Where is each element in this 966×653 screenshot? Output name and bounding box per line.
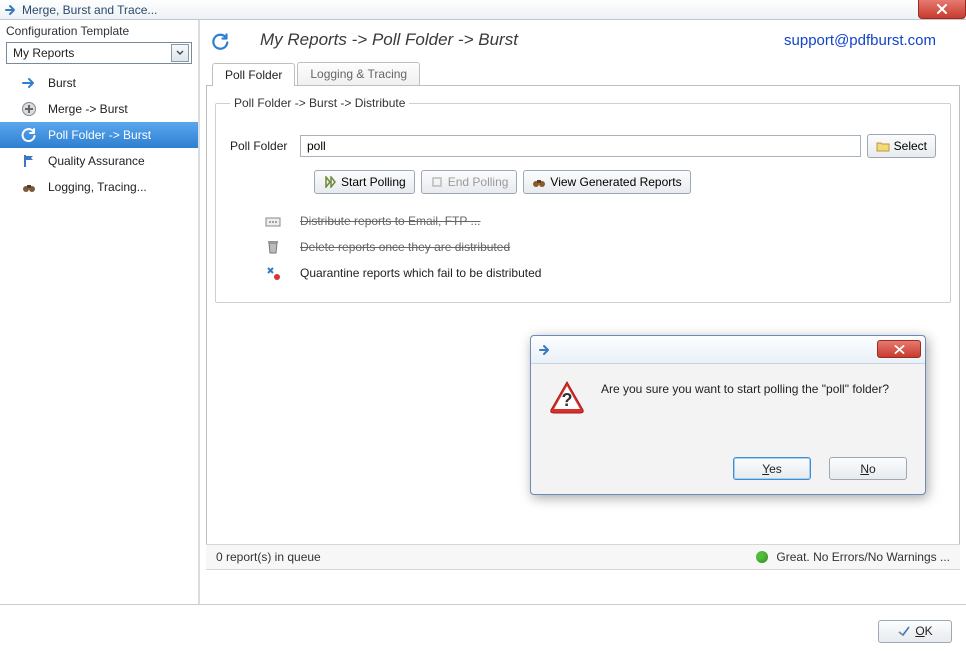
option-quarantine-label: Quarantine reports which fail to be dist… bbox=[300, 266, 541, 280]
end-polling-label: End Polling bbox=[448, 175, 509, 189]
sidebar: Configuration Template My Reports Burst … bbox=[0, 20, 200, 604]
quarantine-icon bbox=[264, 264, 282, 282]
confirm-dialog: ? Are you sure you want to start polling… bbox=[530, 335, 926, 495]
poll-folder-input[interactable] bbox=[300, 135, 861, 157]
status-strip: 0 report(s) in queue Great. No Errors/No… bbox=[206, 544, 960, 570]
sidebar-item-label: Merge -> Burst bbox=[48, 102, 128, 116]
merge-plus-icon bbox=[20, 100, 38, 118]
option-delete-label: Delete reports once they are distributed bbox=[300, 240, 510, 254]
distribute-icon bbox=[264, 212, 282, 230]
poll-folder-label: Poll Folder bbox=[230, 139, 294, 153]
window-close-button[interactable] bbox=[918, 0, 966, 19]
chevron-down-icon[interactable] bbox=[171, 44, 189, 62]
main-content: My Reports -> Poll Folder -> Burst suppo… bbox=[200, 20, 966, 604]
window-title: Merge, Burst and Trace... bbox=[22, 3, 157, 17]
end-polling-button[interactable]: End Polling bbox=[421, 170, 518, 194]
view-generated-label: View Generated Reports bbox=[550, 175, 681, 189]
window-titlebar: Merge, Burst and Trace... bbox=[0, 0, 966, 20]
option-distribute: Distribute reports to Email, FTP ... bbox=[230, 208, 936, 234]
sidebar-item-burst[interactable]: Burst bbox=[0, 70, 198, 96]
support-link[interactable]: support@pdfburst.com bbox=[784, 32, 936, 49]
dialog-no-button[interactable]: No bbox=[829, 457, 907, 480]
template-combo-value: My Reports bbox=[13, 46, 74, 60]
status-dot-icon bbox=[756, 551, 768, 563]
dialog-no-u: N bbox=[860, 462, 869, 476]
binoculars-icon bbox=[532, 175, 546, 189]
ok-button[interactable]: OK bbox=[878, 620, 952, 643]
poll-group: Poll Folder -> Burst -> Distribute Poll … bbox=[215, 96, 951, 303]
dialog-no-rest: o bbox=[869, 462, 876, 476]
dialog-titlebar bbox=[531, 336, 925, 364]
play-icon bbox=[323, 175, 337, 189]
app-arrow-icon bbox=[4, 3, 18, 17]
sidebar-item-label: Quality Assurance bbox=[48, 154, 145, 168]
tab-poll-folder[interactable]: Poll Folder bbox=[212, 63, 295, 86]
binoculars-icon bbox=[20, 178, 38, 196]
start-polling-label: Start Polling bbox=[341, 175, 406, 189]
folder-icon bbox=[876, 139, 890, 153]
dialog-arrow-icon bbox=[537, 342, 553, 358]
start-polling-button[interactable]: Start Polling bbox=[314, 170, 415, 194]
sidebar-item-logging-tracing[interactable]: Logging, Tracing... bbox=[0, 174, 198, 200]
ok-check-icon bbox=[897, 625, 911, 637]
sidebar-item-label: Poll Folder -> Burst bbox=[48, 128, 151, 142]
sidebar-nav: Burst Merge -> Burst Poll Folder -> Burs… bbox=[0, 70, 198, 200]
select-folder-button[interactable]: Select bbox=[867, 134, 936, 158]
template-combo[interactable]: My Reports bbox=[6, 42, 192, 64]
breadcrumb: My Reports -> Poll Folder -> Burst bbox=[260, 30, 518, 50]
svg-text:?: ? bbox=[562, 390, 573, 410]
flag-icon bbox=[20, 152, 38, 170]
view-generated-reports-button[interactable]: View Generated Reports bbox=[523, 170, 690, 194]
status-right-text: Great. No Errors/No Warnings ... bbox=[776, 550, 950, 564]
dialog-message: Are you sure you want to start polling t… bbox=[601, 378, 889, 396]
sidebar-item-label: Logging, Tracing... bbox=[48, 180, 147, 194]
sidebar-item-poll-folder-burst[interactable]: Poll Folder -> Burst bbox=[0, 122, 198, 148]
sidebar-item-label: Burst bbox=[48, 76, 76, 90]
tab-logging-tracing[interactable]: Logging & Tracing bbox=[297, 62, 420, 85]
option-distribute-label: Distribute reports to Email, FTP ... bbox=[300, 214, 481, 228]
dialog-close-button[interactable] bbox=[877, 340, 921, 358]
poll-refresh-icon bbox=[20, 126, 38, 144]
option-delete: Delete reports once they are distributed bbox=[230, 234, 936, 260]
burst-arrow-icon bbox=[20, 74, 38, 92]
trash-icon bbox=[264, 238, 282, 256]
stop-icon bbox=[430, 175, 444, 189]
sidebar-item-quality-assurance[interactable]: Quality Assurance bbox=[0, 148, 198, 174]
tab-bar: Poll Folder Logging & Tracing bbox=[206, 62, 960, 86]
bottom-bar: OK bbox=[0, 609, 966, 653]
group-legend: Poll Folder -> Burst -> Distribute bbox=[230, 96, 409, 110]
sidebar-item-merge-burst[interactable]: Merge -> Burst bbox=[0, 96, 198, 122]
dialog-yes-rest: es bbox=[769, 462, 782, 476]
refresh-icon bbox=[212, 32, 230, 50]
sidebar-header: Configuration Template bbox=[0, 20, 198, 40]
ok-label-rest: K bbox=[925, 624, 933, 638]
warning-icon: ? bbox=[547, 378, 587, 418]
ok-label: O bbox=[915, 624, 924, 638]
select-folder-label: Select bbox=[894, 139, 927, 153]
dialog-yes-button[interactable]: Yes bbox=[733, 457, 811, 480]
option-quarantine: Quarantine reports which fail to be dist… bbox=[230, 260, 936, 286]
status-queue: 0 report(s) in queue bbox=[216, 550, 321, 564]
